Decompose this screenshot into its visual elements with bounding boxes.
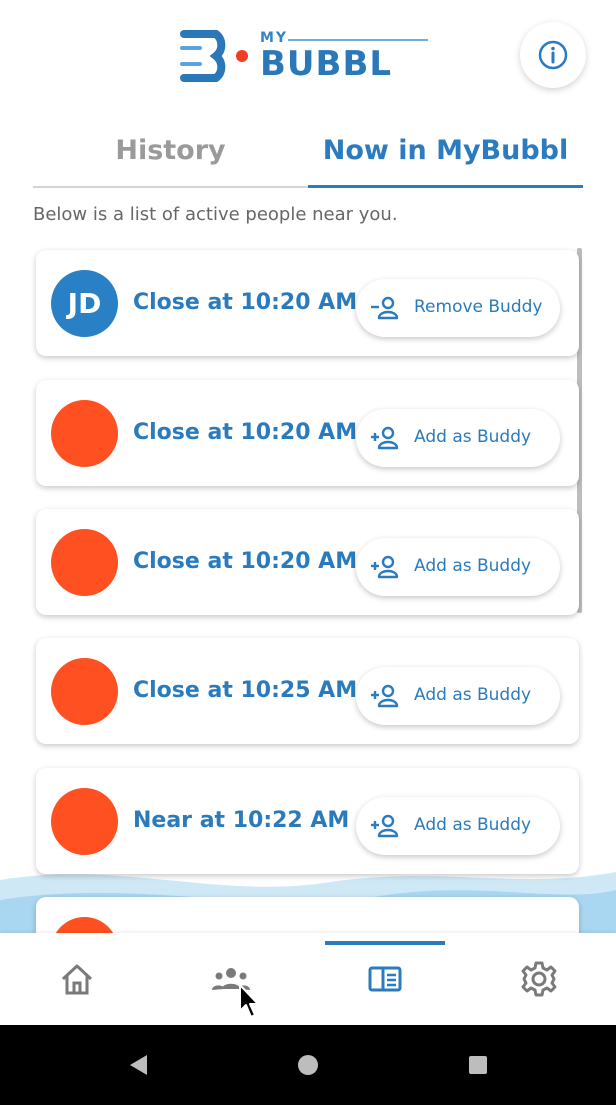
person-card[interactable]: JD Close at 10:20 AM Remove Buddy [36,250,579,356]
person-card[interactable]: Close at 10:25 AM Add as Buddy [36,638,579,744]
person-card[interactable]: Close at 10:20 AM Add as Buddy [36,380,579,486]
home-icon [61,964,93,995]
mybubbl-logo: MY BUBBL [178,26,432,86]
proximity-status: Close at 10:20 AM [133,290,358,315]
recents-square-icon [469,1056,487,1074]
android-recents-button[interactable] [438,1025,518,1105]
buddy-button-label: Add as Buddy [414,556,532,576]
logo-wordmark: BUBBL [260,44,393,84]
proximity-status: Close at 10:25 AM [133,678,358,703]
home-circle-icon [298,1055,318,1075]
back-triangle-icon [130,1055,147,1075]
add-person-icon [371,555,399,579]
add-buddy-button[interactable]: Add as Buddy [356,409,560,467]
add-buddy-button[interactable]: Add as Buddy [356,667,560,725]
add-person-icon [371,684,399,708]
avatar [51,529,118,596]
avatar [51,788,118,855]
tab-now-in-mybubbl[interactable]: Now in MyBubbl [308,112,583,188]
tab-bar: History Now in MyBubbl [33,112,583,188]
add-person-icon [371,814,399,838]
proximity-status: Near at 10:22 AM [133,808,350,833]
nav-home[interactable] [0,933,154,1025]
proximity-status: Close at 10:20 AM [133,549,358,574]
android-navigation-bar [0,1025,616,1105]
list-description: Below is a list of active people near yo… [33,204,398,225]
android-home-button[interactable] [268,1025,348,1105]
person-card[interactable]: Close at 10:20 AM Add as Buddy [36,509,579,615]
avatar [51,400,118,467]
nav-settings[interactable] [462,933,616,1025]
tab-history[interactable]: History [33,112,308,188]
nav-people[interactable] [154,933,308,1025]
nav-list[interactable] [308,933,462,1025]
buddy-button-label: Remove Buddy [414,297,543,317]
gear-icon [521,961,557,997]
info-icon [538,40,568,70]
person-card[interactable]: Near at 10:22 AM Add as Buddy [36,768,579,874]
app-header: MY BUBBL [0,0,616,110]
remove-buddy-button[interactable]: Remove Buddy [356,279,560,337]
mouse-cursor-icon [239,984,259,1018]
avatar: JD [51,270,118,337]
logo-underline [288,39,428,41]
add-buddy-button[interactable]: Add as Buddy [356,797,560,855]
add-buddy-button[interactable]: Add as Buddy [356,538,560,596]
buddy-button-label: Add as Buddy [414,815,532,835]
bottom-navigation [0,933,616,1025]
android-back-button[interactable] [98,1025,178,1105]
proximity-status: Close at 10:20 AM [133,420,358,445]
buddy-button-label: Add as Buddy [414,685,532,705]
remove-person-icon [371,296,399,320]
buddy-button-label: Add as Buddy [414,427,532,447]
person-card[interactable] [36,897,579,933]
avatar [51,917,118,933]
info-button[interactable] [520,22,586,88]
add-person-icon [371,426,399,450]
avatar [51,658,118,725]
people-list[interactable]: JD Close at 10:20 AM Remove Buddy Close at … [0,240,616,933]
list-book-icon [368,966,402,992]
active-tab-indicator [308,185,583,188]
